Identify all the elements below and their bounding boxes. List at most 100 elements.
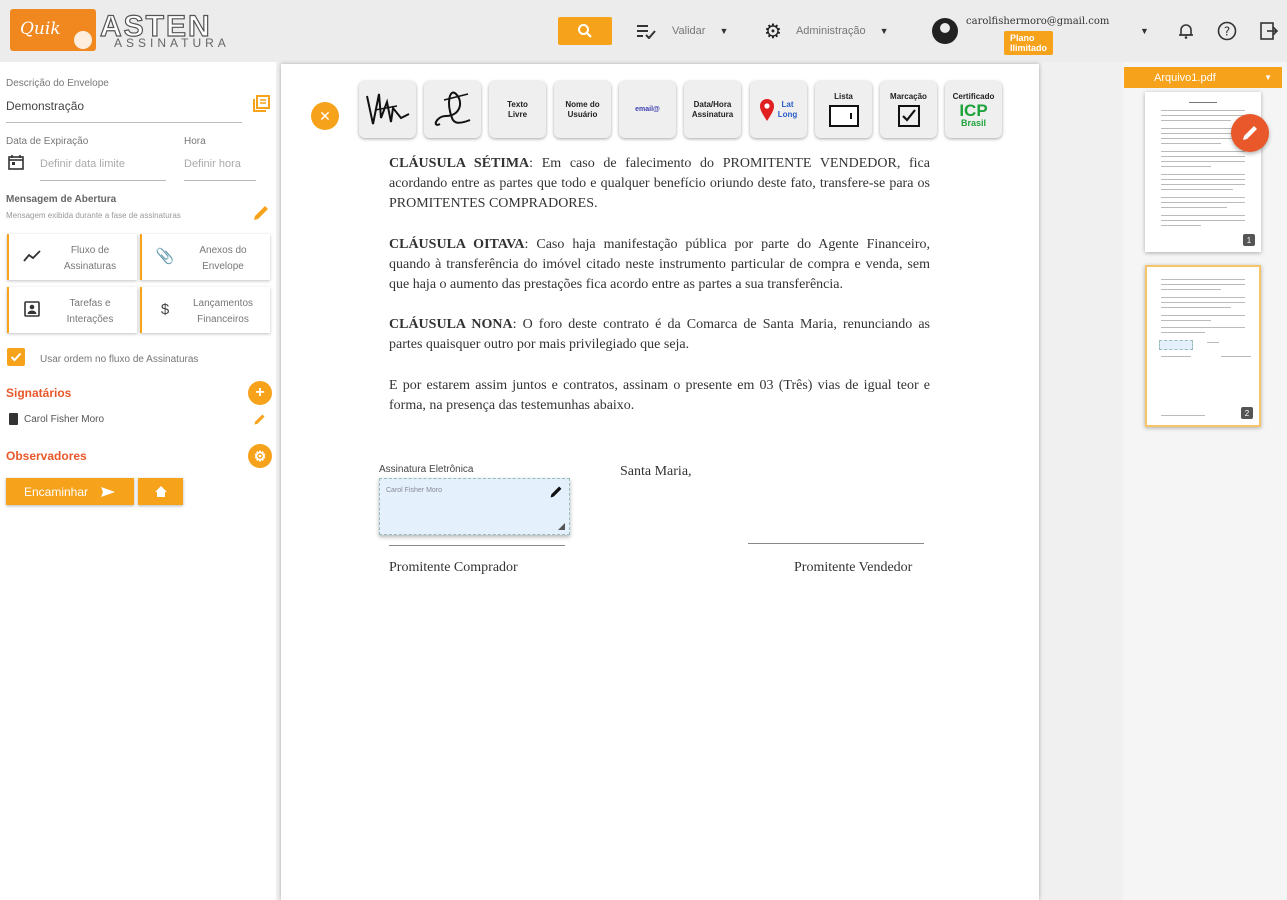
search-icon: [578, 24, 592, 38]
tool-initials[interactable]: [424, 81, 481, 138]
help-button[interactable]: ?: [1216, 20, 1238, 42]
closing-paragraph: E por estarem assim juntos e contratos, …: [389, 378, 930, 413]
user-avatar-icon: [932, 18, 958, 44]
initials-icon: [434, 91, 470, 126]
signer-name: Carol Fisher Moro: [24, 414, 105, 425]
add-signer-button[interactable]: +: [248, 381, 272, 405]
file-select-value: Arquivo1.pdf: [1154, 71, 1216, 84]
tool-date-signature[interactable]: Data/Hora Assinatura: [684, 81, 741, 138]
resize-handle-icon[interactable]: [558, 523, 565, 530]
order-checkbox-label: Usar ordem no fluxo de Assinaturas: [40, 354, 199, 365]
home-button[interactable]: [138, 478, 183, 505]
chevron-down-icon: ▼: [879, 26, 889, 36]
calendar-icon[interactable]: [8, 154, 24, 175]
tool-user-name[interactable]: Nome do Usuário: [554, 81, 611, 138]
page-number: 2: [1241, 407, 1253, 419]
template-button[interactable]: [252, 94, 270, 117]
tool-label: Certificado: [952, 91, 995, 101]
order-checkbox[interactable]: [7, 348, 25, 366]
checklist-icon: [637, 25, 656, 39]
tool-email[interactable]: email@: [619, 81, 676, 138]
envelope-panel: Descrição do Envelope Demonstração Data …: [0, 62, 276, 900]
validate-menu[interactable]: Validar ▼: [636, 20, 728, 42]
expiry-label: Data de Expiração: [6, 136, 89, 147]
signature-icon: [365, 93, 409, 124]
tool-icp-certificate[interactable]: Certificado ICP Brasil: [945, 81, 1002, 138]
user-email: carolfishermoro@gmail.com: [966, 16, 1110, 27]
divider: [184, 180, 256, 181]
city-text: Santa Maria,: [620, 464, 692, 479]
tool-label: Marcação: [890, 92, 927, 101]
paperclip-icon: 📎: [155, 248, 175, 265]
tool-label: Texto Livre: [507, 99, 528, 119]
logout-icon: [1260, 22, 1279, 40]
contact-card-icon: [23, 300, 41, 318]
divider: [40, 180, 166, 181]
tile-tasks[interactable]: Tarefas e Interações: [7, 287, 137, 333]
tool-list[interactable]: Lista: [815, 81, 872, 138]
top-bar: Quik ASTEN ASSINATURA Validar ▼ ⚙ Admini…: [0, 0, 1287, 62]
tool-latlong[interactable]: Lat Long: [750, 81, 807, 138]
logout-button[interactable]: [1258, 20, 1280, 42]
clause-ninth: CLÁUSULA NONA: O foro deste contrato é d…: [389, 315, 930, 355]
expiry-hour-input[interactable]: Definir hora: [184, 158, 241, 170]
trending-icon: [23, 247, 41, 265]
description-field[interactable]: Demonstração: [6, 99, 84, 113]
clause-title: CLÁUSULA SÉTIMA: [389, 156, 530, 171]
chevron-down-icon: ▼: [719, 26, 729, 36]
divider: [6, 122, 242, 123]
check-icon: [10, 352, 22, 362]
pencil-icon[interactable]: [549, 485, 563, 499]
tool-signature[interactable]: [359, 81, 416, 138]
close-toolbar-button[interactable]: ✕: [311, 102, 339, 130]
logo-mark[interactable]: Quik: [10, 9, 96, 51]
message-hint: Mensagem exibida durante a fase de assin…: [6, 211, 181, 220]
tool-checkmark[interactable]: Marcação: [880, 81, 937, 138]
seller-label: Promitente Vendedor: [794, 560, 913, 575]
tile-finance[interactable]: $ Lançamentos Financeiros: [140, 287, 270, 333]
dollar-icon: $: [160, 300, 170, 318]
validate-label: Validar: [672, 25, 706, 37]
gear-icon: ⚙: [253, 447, 267, 464]
tool-label: Lista: [834, 92, 853, 101]
clause-seventh: CLÁUSULA SÉTIMA: Em caso de falecimento …: [389, 154, 930, 214]
pencil-icon: [254, 414, 265, 425]
pencil-icon: [1243, 126, 1257, 140]
tool-label: Data/Hora Assinatura: [691, 99, 734, 119]
message-label: Mensagem de Abertura: [6, 194, 117, 205]
file-select[interactable]: Arquivo1.pdf ▼: [1124, 67, 1282, 88]
signature-field[interactable]: Carol Fisher Moro: [379, 478, 570, 535]
tool-label: Nome do Usuário: [565, 99, 600, 119]
chevron-down-icon: ▼: [1140, 26, 1149, 36]
expiry-date-input[interactable]: Definir data limite: [40, 158, 125, 170]
observers-settings-button[interactable]: ⚙: [248, 444, 272, 468]
seller-sign-line: [748, 543, 924, 544]
bell-icon: [1179, 24, 1193, 39]
hour-label: Hora: [184, 136, 206, 147]
notifications-button[interactable]: [1175, 20, 1197, 42]
admin-menu[interactable]: ⚙ Administração ▼: [764, 20, 889, 43]
icp-logo-sub: Brasil: [960, 117, 986, 128]
edit-message-button[interactable]: [252, 204, 270, 227]
edit-signer-button[interactable]: [253, 413, 266, 431]
tool-label: email@: [635, 105, 660, 113]
tile-signature-flow[interactable]: Fluxo de Assinaturas: [7, 234, 137, 280]
logo-mark-text: Quik: [20, 19, 61, 39]
signers-title: Signatários: [6, 386, 72, 400]
tile-label: Anexos do Envelope: [199, 245, 247, 272]
admin-label: Administração: [795, 25, 866, 37]
clause-title: CLÁUSULA OITAVA: [389, 237, 525, 252]
edit-fab[interactable]: [1231, 114, 1269, 152]
tile-attachments[interactable]: 📎 Anexos do Envelope: [140, 234, 270, 280]
signer-icon: [9, 413, 18, 425]
page-thumbnail-2[interactable]: 2: [1145, 265, 1261, 427]
buyer-sign-line: [389, 545, 565, 546]
search-button[interactable]: [558, 17, 612, 45]
tile-label: Fluxo de Assinaturas: [63, 245, 117, 272]
forward-button[interactable]: Encaminhar: [6, 478, 134, 505]
pencil-icon: [254, 206, 268, 220]
tool-free-text[interactable]: Texto Livre: [489, 81, 546, 138]
description-label: Descrição do Envelope: [6, 78, 109, 89]
checkbox-icon: [897, 105, 920, 127]
signature-field-label: Assinatura Eletrônica: [379, 464, 474, 475]
